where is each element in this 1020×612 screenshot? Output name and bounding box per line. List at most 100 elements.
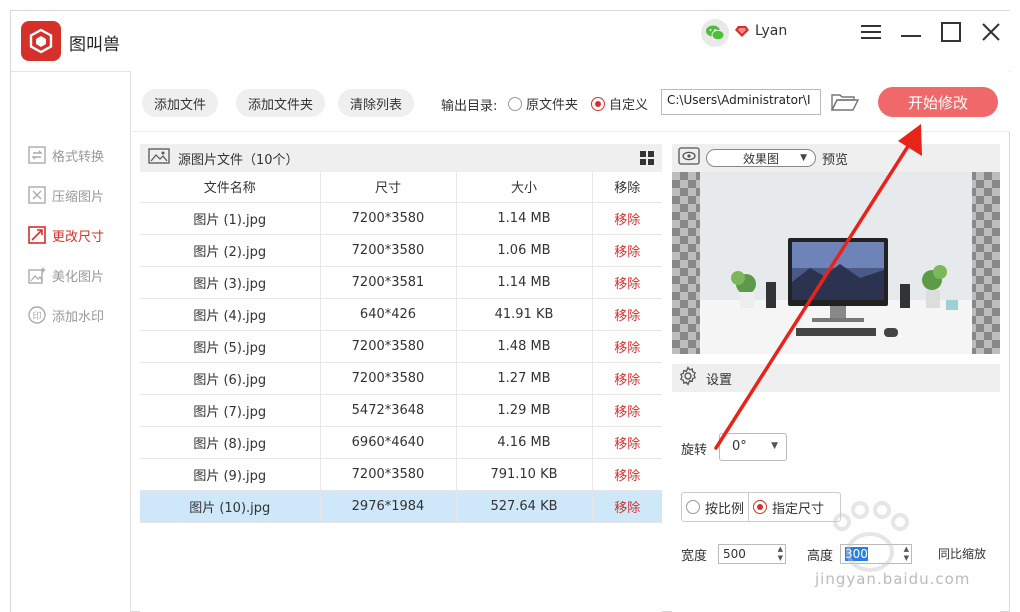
- file-size-cell: 1.27 MB: [456, 362, 593, 395]
- resize-icon: [27, 226, 46, 245]
- watermark-text: jingyan.baidu.com: [815, 570, 971, 588]
- width-value: 500: [723, 547, 746, 561]
- chevron-down-icon: ▼: [771, 441, 778, 451]
- remove-link[interactable]: 移除: [592, 362, 662, 395]
- sidebar-item-watermark[interactable]: 印 添加水印: [27, 304, 104, 326]
- sidebar-item-label: 更改尺寸: [52, 229, 105, 245]
- column-header: 大小: [456, 172, 593, 203]
- output-custom-radio[interactable]: 自定义: [591, 94, 648, 113]
- table-row[interactable]: 图片 (8).jpg 6960*4640 4.16 MB 移除: [140, 426, 662, 459]
- preview-label: 预览: [822, 152, 849, 168]
- height-stepper[interactable]: 300 ▲ ▼: [840, 544, 912, 564]
- folder-open-icon[interactable]: [830, 90, 860, 114]
- column-header: 移除: [592, 172, 662, 203]
- file-size-cell: 1.48 MB: [456, 330, 593, 363]
- file-name-cell: 图片 (1).jpg: [140, 202, 321, 235]
- resize-mode-group: 按比例 指定尺寸: [681, 492, 841, 522]
- vip-diamond-icon: [735, 24, 749, 38]
- remove-link[interactable]: 移除: [592, 490, 662, 523]
- sidebar-item-compress[interactable]: 压缩图片: [27, 184, 104, 206]
- dimension-cell: 6960*4640: [320, 426, 457, 459]
- radio-circle[interactable]: [686, 500, 700, 514]
- radio-label: 按比例: [705, 501, 745, 517]
- minimize-icon[interactable]: [896, 19, 926, 45]
- height-value: 300: [845, 547, 868, 561]
- file-name-cell: 图片 (6).jpg: [140, 362, 321, 395]
- rotate-value: 0°: [732, 439, 747, 454]
- sidebar-item-beautify[interactable]: 美化图片: [27, 264, 104, 286]
- preview-image-area: [672, 172, 1000, 354]
- file-name-cell: 图片 (5).jpg: [140, 330, 321, 363]
- maximize-icon[interactable]: [936, 19, 966, 45]
- table-row[interactable]: 图片 (4).jpg 640*426 41.91 KB 移除: [140, 298, 662, 331]
- sidebar-item-format-convert[interactable]: 格式转换: [27, 144, 104, 166]
- file-size-cell: 1.29 MB: [456, 394, 593, 427]
- remove-link[interactable]: 移除: [592, 330, 662, 363]
- table-row[interactable]: 图片 (6).jpg 7200*3580 1.27 MB 移除: [140, 362, 662, 395]
- table-row[interactable]: 图片 (1).jpg 7200*3580 1.14 MB 移除: [140, 202, 662, 235]
- username[interactable]: Lyan: [755, 23, 787, 39]
- file-table: 文件名称 尺寸 大小 移除 图片 (1).jpg 7200*3580 1.14 MB…: [140, 172, 662, 523]
- dimension-cell: 7200*3580: [320, 330, 457, 363]
- file-name-cell: 图片 (10).jpg: [140, 490, 321, 523]
- table-row[interactable]: 图片 (7).jpg 5472*3648 1.29 MB 移除: [140, 394, 662, 427]
- radio-circle[interactable]: [753, 500, 768, 514]
- remove-link[interactable]: 移除: [592, 394, 662, 427]
- app-window: 图叫兽 Lyan 格式转换 压缩图片 更改尺寸 美化图片 印 添加水印 添加文件…: [10, 10, 1011, 612]
- close-icon[interactable]: [976, 19, 1006, 45]
- file-name-cell: 图片 (2).jpg: [140, 234, 321, 267]
- start-modify-button[interactable]: 开始修改: [878, 87, 998, 117]
- eye-icon[interactable]: [678, 147, 700, 169]
- preview-photo: [700, 172, 972, 354]
- width-stepper[interactable]: 500 ▲ ▼: [718, 544, 786, 564]
- preview-panel: 效果图 ▼ 预览: [672, 144, 1000, 354]
- file-size-cell: 791.10 KB: [456, 458, 593, 491]
- grid-view-icon[interactable]: [640, 151, 654, 165]
- preview-mode-select[interactable]: 效果图 ▼: [706, 149, 816, 167]
- table-row[interactable]: 图片 (2).jpg 7200*3580 1.06 MB 移除: [140, 234, 662, 267]
- gear-icon: [678, 366, 698, 390]
- clear-list-button[interactable]: 清除列表: [338, 89, 415, 117]
- radio-circle[interactable]: [591, 96, 605, 111]
- image-icon: [148, 148, 170, 168]
- output-original-radio[interactable]: 原文件夹: [508, 94, 578, 113]
- remove-link[interactable]: 移除: [592, 234, 662, 267]
- format-convert-icon: [27, 146, 46, 165]
- sidebar-item-resize[interactable]: 更改尺寸: [27, 224, 104, 246]
- beautify-icon: [27, 266, 46, 285]
- chevron-down-icon: ▼: [800, 153, 807, 163]
- sidebar: 格式转换 压缩图片 更改尺寸 美化图片 印 添加水印: [11, 71, 131, 612]
- remove-link[interactable]: 移除: [592, 298, 662, 331]
- add-folder-button[interactable]: 添加文件夹: [236, 89, 326, 117]
- stepper-arrows-icon[interactable]: ▲ ▼: [904, 545, 909, 563]
- keep-ratio-label[interactable]: 同比缩放: [938, 545, 986, 562]
- toolbar: 添加文件 添加文件夹 清除列表 输出目录: 原文件夹 自定义 C:\Users\…: [132, 72, 1010, 132]
- by-ratio-radio[interactable]: 按比例: [682, 498, 748, 517]
- stepper-arrows-icon[interactable]: ▲ ▼: [778, 545, 783, 563]
- source-file-panel: 源图片文件（10个） 文件名称 尺寸 大小 移除 图片 (1).jpg 7200*…: [140, 144, 662, 612]
- table-header-row: 文件名称 尺寸 大小 移除: [140, 172, 662, 203]
- add-file-button[interactable]: 添加文件: [142, 89, 219, 117]
- wechat-icon[interactable]: [701, 19, 729, 47]
- table-row[interactable]: 图片 (9).jpg 7200*3580 791.10 KB 移除: [140, 458, 662, 491]
- title-bar: 图叫兽 Lyan: [11, 11, 1011, 71]
- dimension-cell: 640*426: [320, 298, 457, 331]
- menu-icon[interactable]: [856, 19, 886, 45]
- column-header: 尺寸: [320, 172, 457, 203]
- rotate-select[interactable]: 0° ▼: [719, 433, 787, 461]
- remove-link[interactable]: 移除: [592, 458, 662, 491]
- radio-label: 原文件夹: [526, 98, 579, 113]
- remove-link[interactable]: 移除: [592, 426, 662, 459]
- table-row[interactable]: 图片 (10).jpg 2976*1984 527.64 KB 移除: [140, 490, 662, 523]
- file-list-header: 源图片文件（10个）: [140, 144, 662, 172]
- column-header: 文件名称: [140, 172, 321, 203]
- dimension-cell: 7200*3581: [320, 266, 457, 299]
- output-path-input[interactable]: C:\Users\Administrator\I: [661, 89, 821, 115]
- specify-size-radio[interactable]: 指定尺寸: [749, 498, 828, 517]
- remove-link[interactable]: 移除: [592, 266, 662, 299]
- radio-circle[interactable]: [508, 96, 522, 111]
- remove-link[interactable]: 移除: [592, 202, 662, 235]
- dimension-cell: 5472*3648: [320, 394, 457, 427]
- table-row[interactable]: 图片 (3).jpg 7200*3581 1.14 MB 移除: [140, 266, 662, 299]
- table-row[interactable]: 图片 (5).jpg 7200*3580 1.48 MB 移除: [140, 330, 662, 363]
